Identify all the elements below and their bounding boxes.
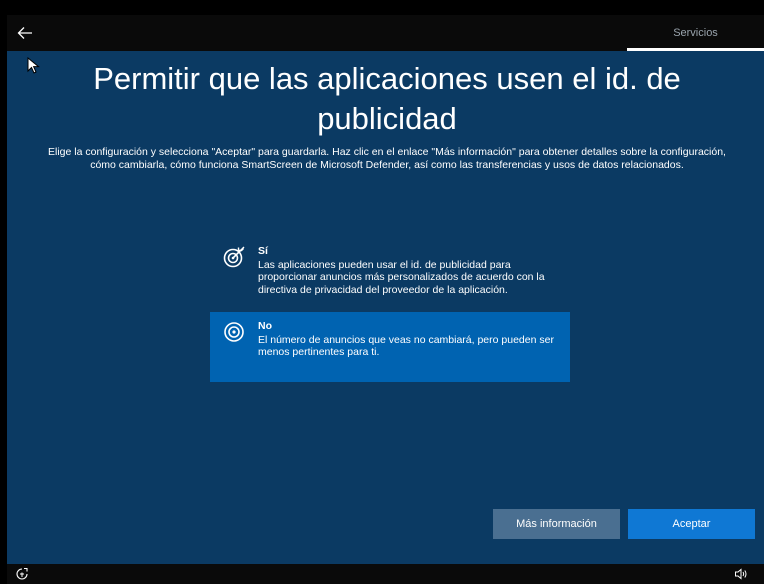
page-description: Elige la configuración y selecciona "Ace… xyxy=(48,146,726,171)
back-arrow-icon xyxy=(17,27,32,39)
mouse-pointer-icon xyxy=(27,57,40,74)
target-check-icon xyxy=(223,246,245,268)
tab-services[interactable]: Servicios xyxy=(627,15,764,51)
back-button[interactable] xyxy=(13,21,37,45)
option-no-text: El número de anuncios que veas no cambia… xyxy=(258,333,554,359)
option-no[interactable]: No El número de anuncios que veas no cam… xyxy=(210,312,570,382)
option-no-title: No xyxy=(258,320,272,332)
target-icon xyxy=(224,322,244,342)
tab-active-indicator xyxy=(627,48,764,51)
accessibility-icon[interactable] xyxy=(15,567,29,581)
volume-icon[interactable] xyxy=(734,567,748,581)
oobe-window: Servicios Permitir que las aplicaciones … xyxy=(7,15,764,584)
option-yes[interactable]: Sí Las aplicaciones pueden usar el id. d… xyxy=(210,237,570,311)
top-bar: Servicios xyxy=(7,15,764,51)
option-yes-text: Las aplicaciones pueden usar el id. de p… xyxy=(258,258,545,296)
option-yes-title: Sí xyxy=(258,245,268,257)
more-info-button[interactable]: Más información xyxy=(493,509,620,539)
accept-button[interactable]: Aceptar xyxy=(628,509,755,539)
page-title: Permitir que las aplicaciones usen el id… xyxy=(93,61,681,136)
bottom-bar xyxy=(7,564,764,584)
